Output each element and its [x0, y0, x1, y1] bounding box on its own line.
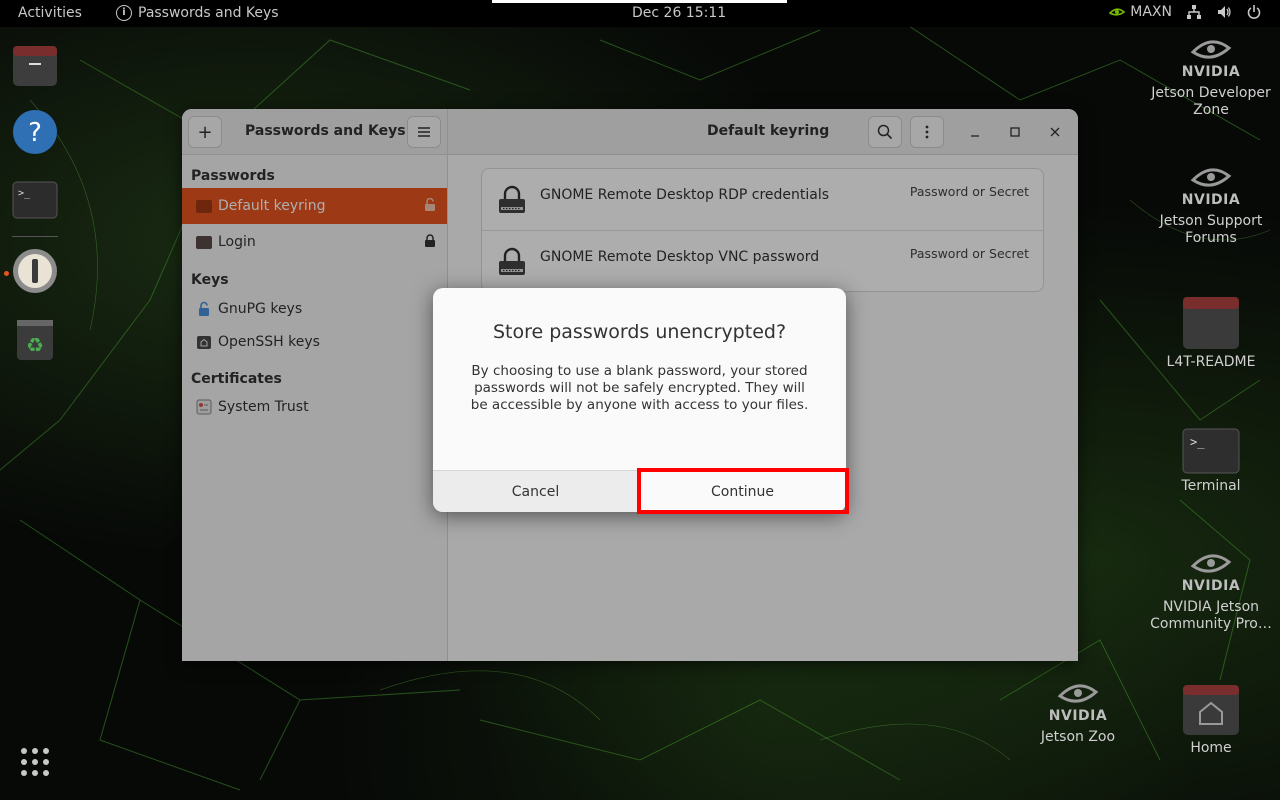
keyring-app-icon [13, 249, 57, 293]
clock[interactable]: Dec 26 15:11 [632, 5, 726, 21]
desktop-icon-label: Home [1190, 740, 1232, 756]
nvidia-tray-icon [1109, 8, 1126, 16]
app-grid-icon [21, 748, 49, 776]
nvidia-logo-icon: NVIDIA [1146, 164, 1276, 209]
nvpmodel-indicator[interactable]: MAXN [1109, 4, 1172, 20]
info-icon: i [116, 5, 132, 21]
desktop-icon-label: Terminal [1181, 478, 1241, 494]
desktop-icon-terminal[interactable]: >_ Terminal [1146, 428, 1276, 495]
desktop-icon-label: Jetson Developer Zone [1151, 85, 1271, 118]
terminal-icon: >_ [12, 181, 58, 219]
trash-icon: ♻ [17, 320, 53, 360]
svg-text:>_: >_ [18, 188, 31, 199]
show-apps-button[interactable] [12, 739, 58, 785]
dialog-message: By choosing to use a blank password, you… [470, 363, 809, 413]
folder-icon [1146, 296, 1276, 350]
desktop-icon-label: Jetson Support Forums [1159, 213, 1263, 246]
nvidia-logo-icon: NVIDIA [1146, 550, 1276, 595]
nvidia-logo-icon: NVIDIA [1146, 36, 1276, 81]
dock-passwords-and-keys[interactable] [12, 248, 58, 294]
terminal-icon: >_ [1146, 428, 1276, 474]
dock-help[interactable]: ? [12, 109, 58, 155]
desktop-icon-label: L4T-README [1166, 354, 1256, 370]
home-folder-icon [1146, 684, 1276, 736]
volume-icon [1218, 6, 1231, 18]
app-menu[interactable]: i Passwords and Keys [116, 5, 279, 21]
files-icon [13, 46, 57, 86]
running-indicator [4, 271, 9, 276]
dock-separator [12, 236, 58, 237]
desktop-icon-jetson-zoo[interactable]: NVIDIA Jetson Zoo [1013, 680, 1143, 746]
dialog-title: Store passwords unencrypted? [492, 321, 787, 343]
cancel-button[interactable]: Cancel [433, 470, 639, 512]
top-bar: Activities i Passwords and Keys Dec 26 1… [0, 0, 1280, 27]
desktop-icon-home[interactable]: Home [1146, 684, 1276, 757]
desktop-icon-label: NVIDIA Jetson Community Pro… [1150, 599, 1272, 632]
desktop-icon-label: Jetson Zoo [1040, 729, 1116, 745]
annotation-highlight-box [637, 468, 849, 514]
svg-text:♻: ♻ [26, 333, 44, 357]
svg-text:>_: >_ [1190, 435, 1205, 449]
help-icon: ? [13, 110, 57, 154]
screen-share-indicator [492, 0, 787, 3]
dock: ? >_ ♻ [0, 27, 70, 800]
desktop-icon-jetson-developer-zone[interactable]: NVIDIA Jetson Developer Zone [1146, 36, 1276, 119]
desktop-icon-nvidia-jetson-community[interactable]: NVIDIA NVIDIA Jetson Community Pro… [1146, 550, 1276, 633]
dock-files[interactable] [12, 42, 58, 88]
power-icon [1247, 5, 1261, 19]
desktop-icon-l4t-readme[interactable]: L4T-README [1146, 296, 1276, 371]
system-tray[interactable]: MAXN [1109, 4, 1262, 20]
activities-button[interactable]: Activities [18, 5, 82, 21]
app-menu-label: Passwords and Keys [138, 5, 279, 21]
nvidia-logo-icon: NVIDIA [1013, 680, 1143, 725]
desktop-icon-jetson-support-forums[interactable]: NVIDIA Jetson Support Forums [1146, 164, 1276, 247]
dock-trash[interactable]: ♻ [12, 317, 58, 363]
svg-text:?: ? [28, 118, 42, 148]
dock-terminal[interactable]: >_ [12, 177, 58, 223]
power-mode-label: MAXN [1130, 4, 1172, 20]
network-icon [1187, 5, 1201, 19]
